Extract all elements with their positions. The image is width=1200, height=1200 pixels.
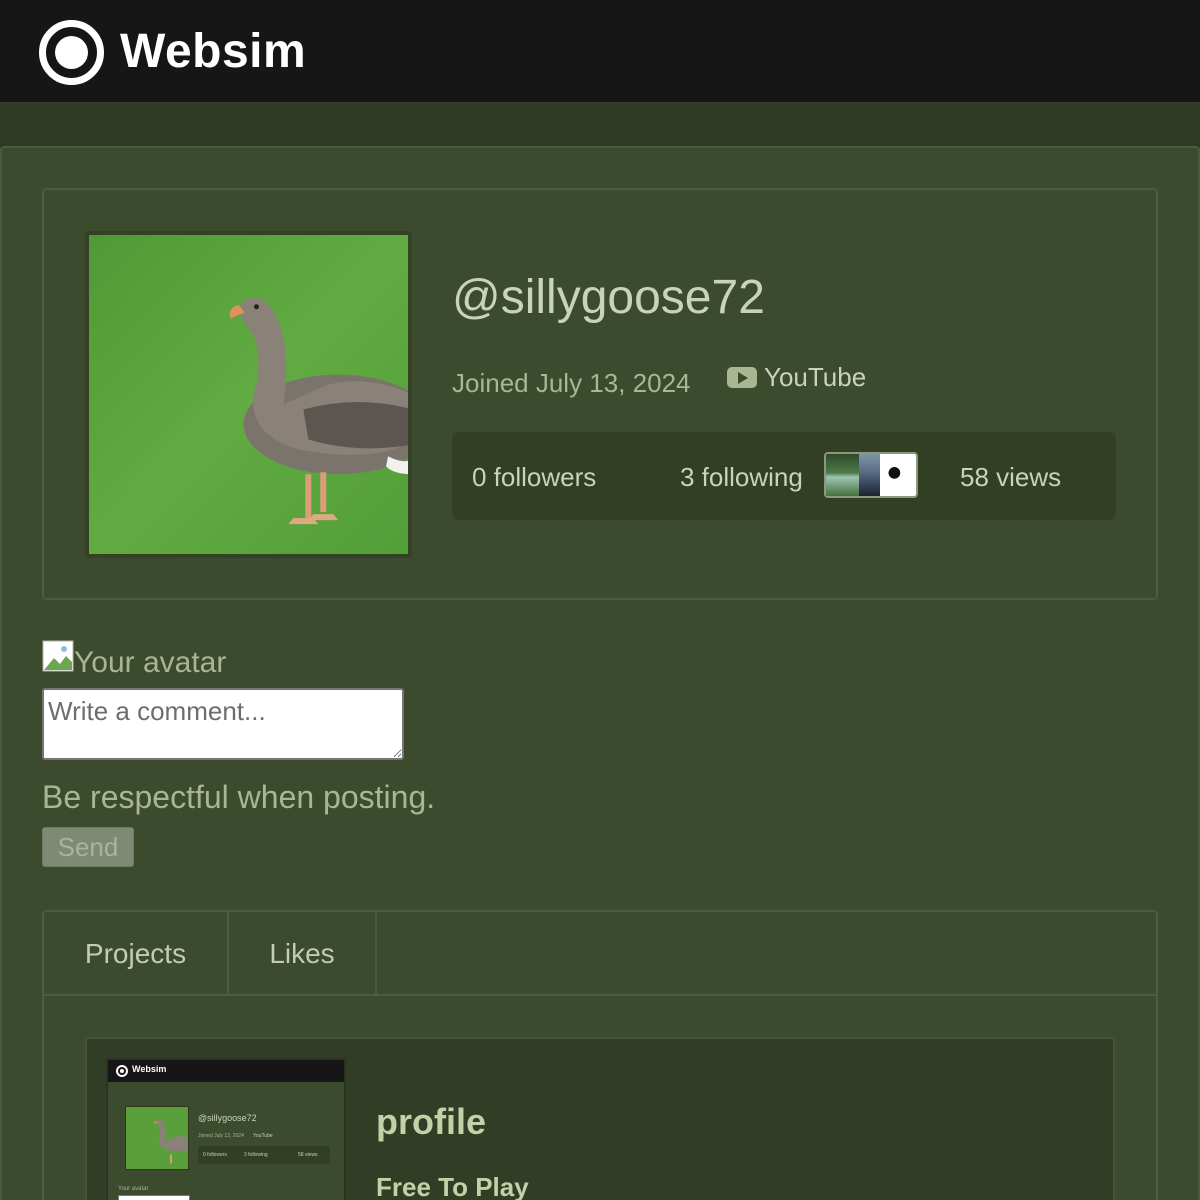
thumbnail-views: 58 views bbox=[298, 1152, 318, 1158]
project-title[interactable]: profile bbox=[376, 1100, 486, 1144]
comment-avatar-alt: Your avatar bbox=[74, 646, 227, 679]
thumbnail-app-name: Websim bbox=[132, 1064, 167, 1074]
app-name[interactable]: Websim bbox=[120, 24, 306, 80]
profile-username: @sillygoose72 bbox=[452, 271, 765, 324]
thumbnail-following: 3 following bbox=[244, 1152, 268, 1158]
tab-projects[interactable]: Projects bbox=[44, 912, 229, 996]
following-avatar-2[interactable] bbox=[858, 454, 880, 496]
thumbnail-comment-avatar: Your avatar bbox=[118, 1186, 149, 1192]
tab-bar: Projects Likes bbox=[44, 912, 1156, 996]
thumbnail-top-bar: Websim bbox=[108, 1060, 344, 1082]
top-bar: Websim bbox=[0, 0, 1200, 104]
views-count: 58 views bbox=[960, 462, 1062, 492]
following-avatars[interactable] bbox=[824, 452, 918, 498]
following-avatar-3[interactable] bbox=[879, 454, 916, 496]
thumbnail-join-date: Joined July 13, 2024 bbox=[198, 1133, 244, 1139]
following-avatar-1[interactable] bbox=[826, 454, 859, 496]
send-button[interactable]: Send bbox=[42, 827, 134, 867]
tab-likes[interactable]: Likes bbox=[229, 912, 377, 996]
project-thumbnail[interactable]: Websim @sillygoose72 Joined July 13, 202… bbox=[106, 1058, 346, 1200]
followers-count[interactable]: 0 followers bbox=[472, 462, 596, 492]
youtube-icon[interactable] bbox=[727, 367, 757, 388]
profile-avatar bbox=[85, 231, 412, 558]
comment-avatar: Your avatar bbox=[42, 640, 226, 680]
goose-image bbox=[89, 235, 408, 554]
thumbnail-goose-image bbox=[126, 1107, 188, 1169]
youtube-link[interactable]: YouTube bbox=[764, 362, 866, 392]
thumbnail-stats-bar: 0 followers 3 following 58 views bbox=[198, 1146, 330, 1164]
thumbnail-avatar bbox=[125, 1106, 189, 1170]
thumbnail-username: @sillygoose72 bbox=[198, 1113, 257, 1123]
thumbnail-comment-input bbox=[118, 1195, 190, 1200]
thumbnail-followers: 0 followers bbox=[203, 1152, 227, 1158]
thumbnail-youtube-link: YouTube bbox=[253, 1133, 273, 1139]
comment-input[interactable] bbox=[42, 688, 404, 760]
join-date: Joined July 13, 2024 bbox=[452, 368, 691, 398]
project-tag: Free To Play bbox=[376, 1172, 529, 1200]
comment-guideline: Be respectful when posting. bbox=[42, 779, 436, 815]
websim-logo-icon[interactable] bbox=[39, 20, 104, 85]
thumbnail-logo-icon bbox=[116, 1065, 128, 1077]
following-count[interactable]: 3 following bbox=[680, 462, 803, 492]
